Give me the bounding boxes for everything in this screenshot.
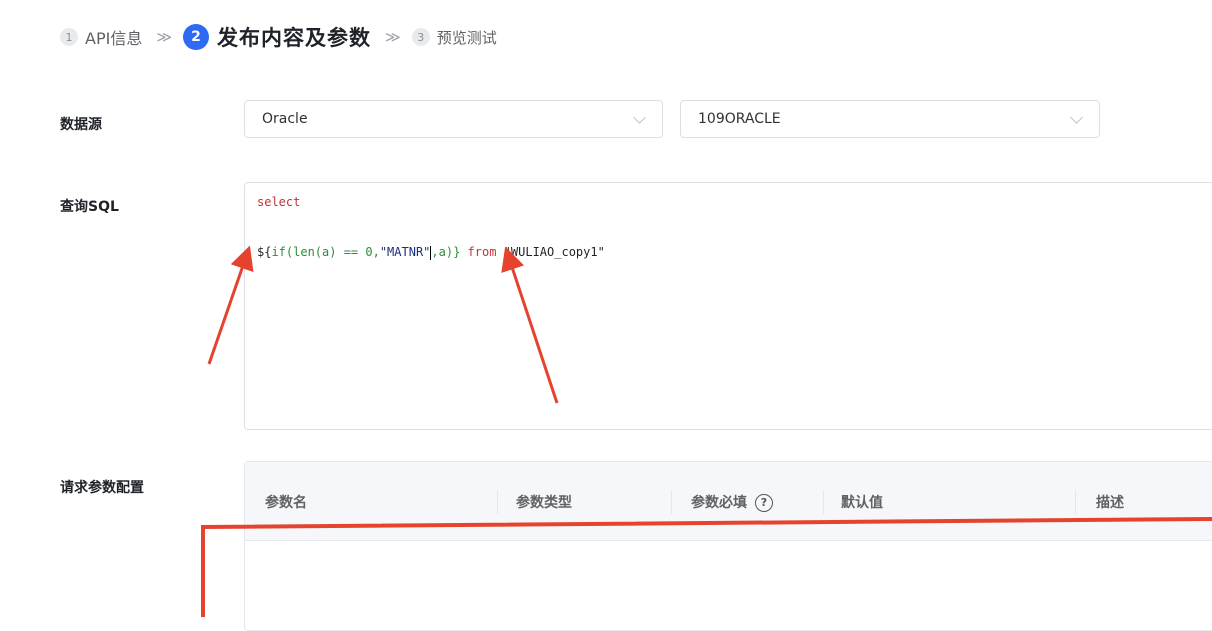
datasource-label: 数据源 xyxy=(60,117,102,133)
chevron-down-icon xyxy=(1070,111,1083,124)
column-header: 参数名 xyxy=(265,495,307,511)
sql-label: 查询SQL xyxy=(60,199,119,215)
column-header: 描述 xyxy=(1096,495,1124,511)
column-header-required: 参数必填? xyxy=(691,492,773,512)
step-indicator: 1 API信息 ≫ 2 发布内容及参数 ≫ 3 预览测试 xyxy=(60,22,497,52)
params-table: 参数名 参数类型 参数必填? 默认值 描述 xyxy=(244,461,1212,631)
column-divider xyxy=(497,490,498,514)
select-value: Oracle xyxy=(262,111,308,127)
select-value: 109ORACLE xyxy=(698,111,781,127)
step-label: API信息 xyxy=(85,29,143,48)
step-publish-content[interactable]: 2 发布内容及参数 xyxy=(183,22,371,52)
column-header: 参数类型 xyxy=(516,495,572,511)
step-api-info[interactable]: 1 API信息 xyxy=(60,25,142,49)
annotation-arrow xyxy=(207,245,254,365)
sql-token: if(len(a) == 0, xyxy=(271,245,380,259)
column-divider xyxy=(823,490,824,514)
column-header: 默认值 xyxy=(841,495,883,511)
chevron-down-icon xyxy=(633,111,646,124)
datasource-type-select[interactable]: Oracle xyxy=(244,100,663,138)
step-number: 1 xyxy=(60,28,78,46)
help-icon[interactable]: ? xyxy=(755,494,773,512)
sql-token: "MATNR" xyxy=(379,245,431,259)
step-label: 发布内容及参数 xyxy=(217,26,372,50)
sql-token: "WULIAO_copy1" xyxy=(503,245,605,259)
sql-token: ,a)} xyxy=(431,245,461,259)
step-separator-icon: ≫ xyxy=(156,28,172,46)
step-label: 预览测试 xyxy=(436,28,497,47)
column-divider xyxy=(671,490,672,514)
column-header: 参数必填 xyxy=(691,495,747,511)
params-label: 请求参数配置 xyxy=(60,480,144,496)
column-divider xyxy=(1075,490,1076,514)
datasource-connection-select[interactable]: 109ORACLE xyxy=(680,100,1100,138)
step-number: 3 xyxy=(411,28,430,46)
sql-editor[interactable]: select ${if(len(a) == 0,"MATNR",a)} from… xyxy=(244,182,1212,430)
table-header: 参数名 参数类型 参数必填? 默认值 描述 xyxy=(245,462,1212,541)
sql-token: from xyxy=(460,245,504,259)
step-separator-icon: ≫ xyxy=(385,28,401,46)
sql-line: ${if(len(a) == 0,"MATNR",a)} from "WULIA… xyxy=(257,245,605,260)
step-number: 2 xyxy=(183,24,210,50)
sql-line: select xyxy=(257,195,301,209)
sql-token: ${ xyxy=(257,245,272,259)
step-preview-test[interactable]: 3 预览测试 xyxy=(411,27,497,48)
